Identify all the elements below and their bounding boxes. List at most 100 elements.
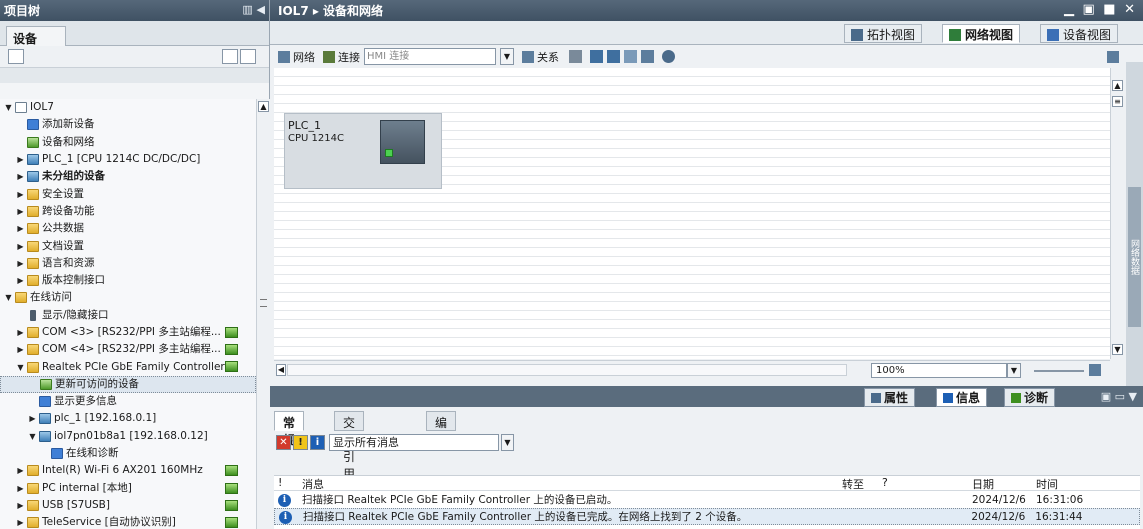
message-filter-select[interactable]: 显示所有消息 xyxy=(329,434,499,451)
plc-device-box[interactable]: PLC_1 CPU 1214C xyxy=(284,113,442,189)
col-date[interactable]: 日期 xyxy=(968,476,1032,490)
tree-item[interactable]: ▶ TeleService [自动协议识别] xyxy=(0,514,256,529)
tab-devices[interactable]: 设备 xyxy=(6,26,66,47)
expand-right-icon[interactable]: ▶ xyxy=(16,272,25,289)
tree-item[interactable]: ▶ COM <3> [RS232/PPI 多主站编程... xyxy=(0,324,256,341)
tree-item[interactable]: 显示/隐藏接口 xyxy=(0,307,256,324)
tree-item[interactable]: 更新可访问的设备 xyxy=(0,375,256,394)
tree-item[interactable]: ▼ iol7pn01b8a1 [192.168.0.12] xyxy=(0,428,256,445)
tree-item[interactable]: ▶ 文档设置 xyxy=(0,237,256,254)
message-row[interactable]: i 扫描接口 Realtek PCIe GbE Family Controller… xyxy=(274,508,1140,525)
tree-item[interactable]: ▶ PC internal [本地] xyxy=(0,480,256,497)
overview-navigation-icon[interactable] xyxy=(641,50,654,63)
warning-filter-icon[interactable]: ! xyxy=(293,435,308,450)
zoom-icon[interactable] xyxy=(662,50,675,63)
zoom-slider[interactable] xyxy=(1034,370,1084,372)
col-help[interactable]: ? xyxy=(878,476,968,490)
subtab-general[interactable]: 常规 xyxy=(274,411,305,447)
collapse-pane-icon[interactable]: ▥ ◀ xyxy=(242,3,265,16)
tree-item[interactable]: ▶ plc_1 [192.168.0.1] xyxy=(0,410,256,427)
chevron-down-icon[interactable]: ▼ xyxy=(1007,363,1021,378)
expand-right-icon[interactable]: ▶ xyxy=(28,410,37,427)
expand-right-icon[interactable]: ▶ xyxy=(16,480,25,497)
expand-down-icon[interactable]: ▼ xyxy=(4,99,13,116)
tree-item[interactable]: ▶ 语言和资源 xyxy=(0,255,256,272)
expand-right-icon[interactable]: ▶ xyxy=(16,497,25,514)
network-button[interactable]: 网络 xyxy=(278,49,315,65)
list-view-icon[interactable] xyxy=(222,49,238,64)
expand-right-icon[interactable]: ▶ xyxy=(16,220,25,237)
tree-item[interactable]: ▶ 安全设置 xyxy=(0,185,256,202)
expand-down-icon[interactable]: ▼ xyxy=(16,359,25,376)
tree-item[interactable]: ▶ 跨设备功能 xyxy=(0,203,256,220)
tab-device-view[interactable]: 设备视图 xyxy=(1040,24,1119,43)
expand-right-icon[interactable]: ▶ xyxy=(16,151,25,168)
tree-item[interactable]: ▶ USB [S7USB] xyxy=(0,497,256,514)
expand-right-icon[interactable]: ▶ xyxy=(16,238,25,255)
subtab-compile[interactable]: 编译 xyxy=(426,411,457,447)
message-row[interactable]: i 扫描接口 Realtek PCIe GbE Family Controller… xyxy=(274,491,1140,508)
scroll-grip[interactable] xyxy=(260,299,267,307)
tab-info[interactable]: 信息 xyxy=(936,388,988,407)
expand-right-icon[interactable]: ▶ xyxy=(16,462,25,479)
table-icon[interactable] xyxy=(590,50,603,63)
tab-diagnostics[interactable]: 诊断 xyxy=(1004,388,1056,407)
grid-icon[interactable] xyxy=(624,50,637,63)
tree-item[interactable]: ▶ PLC_1 [CPU 1214C DC/DC/DC] xyxy=(0,151,256,168)
address-icon[interactable] xyxy=(569,50,582,63)
col-time[interactable]: 时间 xyxy=(1032,476,1140,490)
network-canvas[interactable]: PLC_1 CPU 1214C xyxy=(274,68,1110,359)
horizontal-scroll-track[interactable] xyxy=(287,364,847,376)
col-goto[interactable]: 转至 xyxy=(838,476,878,490)
profinet-port-icon[interactable] xyxy=(385,149,393,157)
tab-topology-view[interactable]: 拓扑视图 xyxy=(844,24,923,43)
connect-button[interactable]: 连接 xyxy=(323,49,360,65)
scroll-up-icon[interactable]: ▲ xyxy=(258,101,269,112)
scroll-up-icon[interactable]: ▲ xyxy=(1112,80,1123,91)
window-controls[interactable]: ▁ ▣ ■ ✕ xyxy=(1064,2,1137,17)
tree-item[interactable]: 设备和网络 xyxy=(0,134,256,151)
tab-properties[interactable]: 属性 xyxy=(864,388,916,407)
expand-down-icon[interactable]: ▼ xyxy=(4,289,13,306)
tree-item[interactable]: ▶ 未分组的设备 xyxy=(0,168,256,185)
overview-icon[interactable] xyxy=(8,49,24,64)
detail-view-icon[interactable] xyxy=(240,49,256,64)
tree-item[interactable]: 在线和诊断 xyxy=(0,445,256,462)
expand-right-icon[interactable]: ▶ xyxy=(16,514,25,529)
tab-network-view[interactable]: 网络视图 xyxy=(942,24,1021,43)
expand-down-icon[interactable]: ▼ xyxy=(28,428,37,445)
tree-item[interactable]: ▶ 版本控制接口 xyxy=(0,272,256,289)
tree-item[interactable]: ▶ Intel(R) Wi-Fi 6 AX201 160MHz xyxy=(0,462,256,479)
info-filter-icon[interactable]: i xyxy=(310,435,325,450)
zoom-select[interactable]: 100% xyxy=(871,363,1007,378)
tree-item[interactable]: ▼ Realtek PCIe GbE Family Controller xyxy=(0,358,256,375)
tree-item[interactable]: ▼ IOL7 xyxy=(0,99,256,116)
inspector-window-controls[interactable]: ▣ ▭ ▼ xyxy=(1101,390,1137,403)
tree-item[interactable]: ▶ COM <4> [RS232/PPI 多主站编程... xyxy=(0,341,256,358)
scroll-menu-icon[interactable]: ≡ xyxy=(1112,96,1123,107)
canvas-vertical-scrollbar[interactable]: ▲ ≡ ▼ xyxy=(1110,68,1124,359)
tree-scrollbar[interactable]: ▲ xyxy=(256,99,270,529)
fit-view-icon[interactable] xyxy=(1089,364,1101,376)
network-data-tab[interactable]: 网络数据 xyxy=(1128,187,1141,327)
col-message[interactable]: 消息 xyxy=(298,476,838,490)
tree-item[interactable]: 显示更多信息 xyxy=(0,393,256,410)
relations-button[interactable]: 关系 xyxy=(522,49,559,65)
chevron-down-icon[interactable]: ▼ xyxy=(500,48,514,65)
page-break-icon[interactable] xyxy=(607,50,620,63)
subtab-cross-reference[interactable]: 交叉引用 xyxy=(334,411,365,481)
expand-right-icon[interactable]: ▶ xyxy=(16,186,25,203)
sidebar-toggle-icon[interactable] xyxy=(1107,50,1119,63)
expand-right-icon[interactable]: ▶ xyxy=(16,341,25,358)
tree-item[interactable]: ▼ 在线访问 xyxy=(0,289,256,306)
scroll-left-icon[interactable]: ◀ xyxy=(276,364,286,376)
scroll-down-icon[interactable]: ▼ xyxy=(1112,344,1123,355)
expand-right-icon[interactable]: ▶ xyxy=(16,203,25,220)
expand-right-icon[interactable]: ▶ xyxy=(16,255,25,272)
expand-right-icon[interactable]: ▶ xyxy=(16,324,25,341)
tree-item[interactable]: 添加新设备 xyxy=(0,116,256,133)
error-filter-icon[interactable]: ✕ xyxy=(276,435,291,450)
chevron-down-icon[interactable]: ▼ xyxy=(501,434,514,451)
connection-type-select[interactable]: HMI 连接 xyxy=(364,48,496,65)
expand-right-icon[interactable]: ▶ xyxy=(16,168,25,185)
